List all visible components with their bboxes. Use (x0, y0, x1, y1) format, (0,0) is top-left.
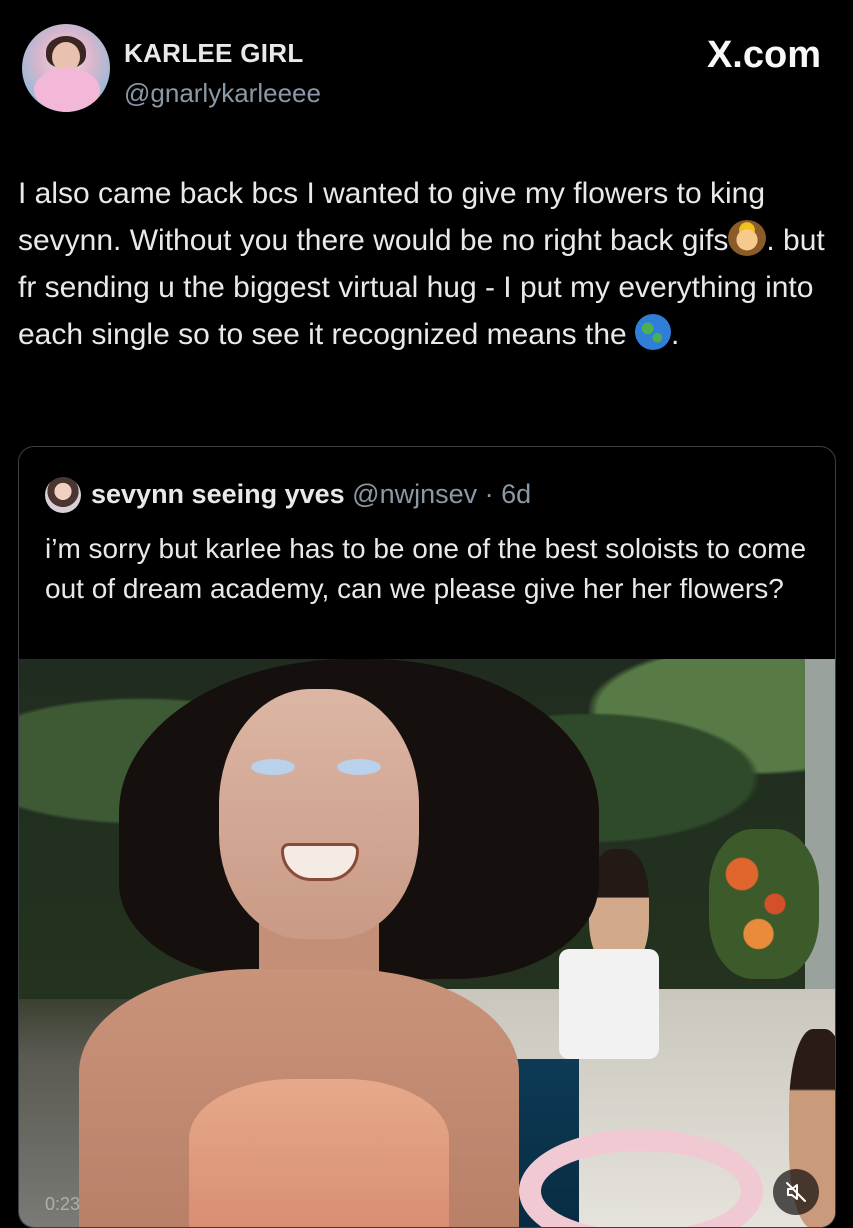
quoted-tweet-text: i’m sorry but karlee has to be one of th… (45, 533, 807, 604)
x-com-logo: X.com (706, 34, 821, 76)
person-with-crown-emoji (728, 220, 767, 256)
author-display-name[interactable]: KARLEE GIRL (124, 38, 304, 69)
quoted-author-avatar[interactable] (45, 477, 81, 513)
quoted-tweet-time[interactable]: 6d (501, 479, 531, 509)
video-subject-face (219, 689, 419, 939)
video-flowers (709, 829, 819, 979)
video-timestamp: 0:23 (45, 1194, 81, 1214)
video-subject-top (189, 1079, 449, 1227)
tweet-header: KARLEE GIRL @gnarlykarleeee X.com (0, 0, 853, 140)
quoted-author-handle[interactable]: @nwjnsev (352, 479, 477, 509)
video-subject-eye-right (337, 759, 381, 775)
quoted-tweet[interactable]: sevynn seeing yves @nwjnsev · 6d i’m sor… (18, 446, 836, 1228)
author-handle[interactable]: @gnarlykarleeee (124, 78, 321, 109)
tweet-text: I also came back bcs I wanted to give my… (18, 170, 830, 358)
quoted-tweet-header: sevynn seeing yves @nwjnsev · 6d (91, 479, 531, 510)
globe-americas-emoji (635, 314, 672, 350)
volume-muted-icon (786, 1182, 806, 1202)
tweet-text-part-1: I also came back bcs I wanted to give my… (18, 177, 765, 257)
quoted-author-name[interactable]: sevynn seeing yves (91, 479, 345, 509)
meta-separator: · (477, 479, 502, 509)
mute-button[interactable] (773, 1169, 819, 1215)
avatar-pink-outfit (34, 68, 100, 112)
video-lawn-chair (559, 949, 659, 1059)
quoted-tweet-video[interactable]: 0:23 (19, 659, 835, 1227)
video-subject-eye-left (251, 759, 295, 775)
author-avatar[interactable] (22, 24, 110, 112)
tweet-text-part-3: . (671, 318, 680, 351)
